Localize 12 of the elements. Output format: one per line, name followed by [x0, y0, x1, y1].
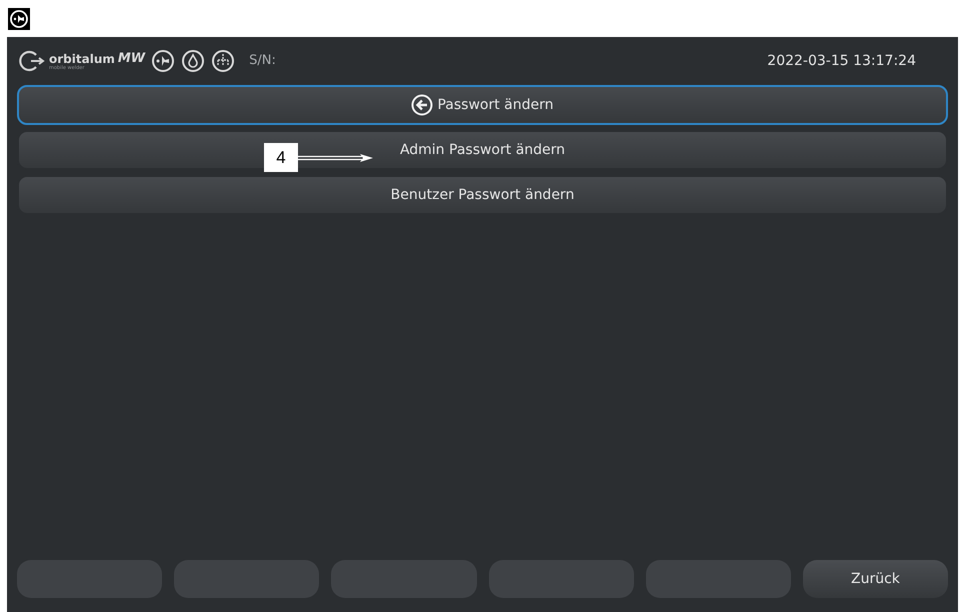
menu-button[interactable]: Passwort ändern — [17, 85, 948, 125]
network-icon — [211, 49, 236, 73]
fan-icon — [151, 49, 176, 73]
serial-label: S/N: — [249, 52, 276, 70]
back-button[interactable]: Zurück — [802, 560, 948, 598]
datetime: 2022-03-15 13:17:24 — [767, 52, 916, 70]
fan-icon — [8, 8, 30, 30]
brand-name: orbitalum — [49, 52, 115, 64]
menu-button[interactable]: Benutzer Passwort ändern — [17, 175, 948, 215]
drop-icon — [181, 49, 206, 73]
callout-label: 4 — [264, 143, 298, 172]
brand-suffix: MW — [118, 52, 146, 64]
